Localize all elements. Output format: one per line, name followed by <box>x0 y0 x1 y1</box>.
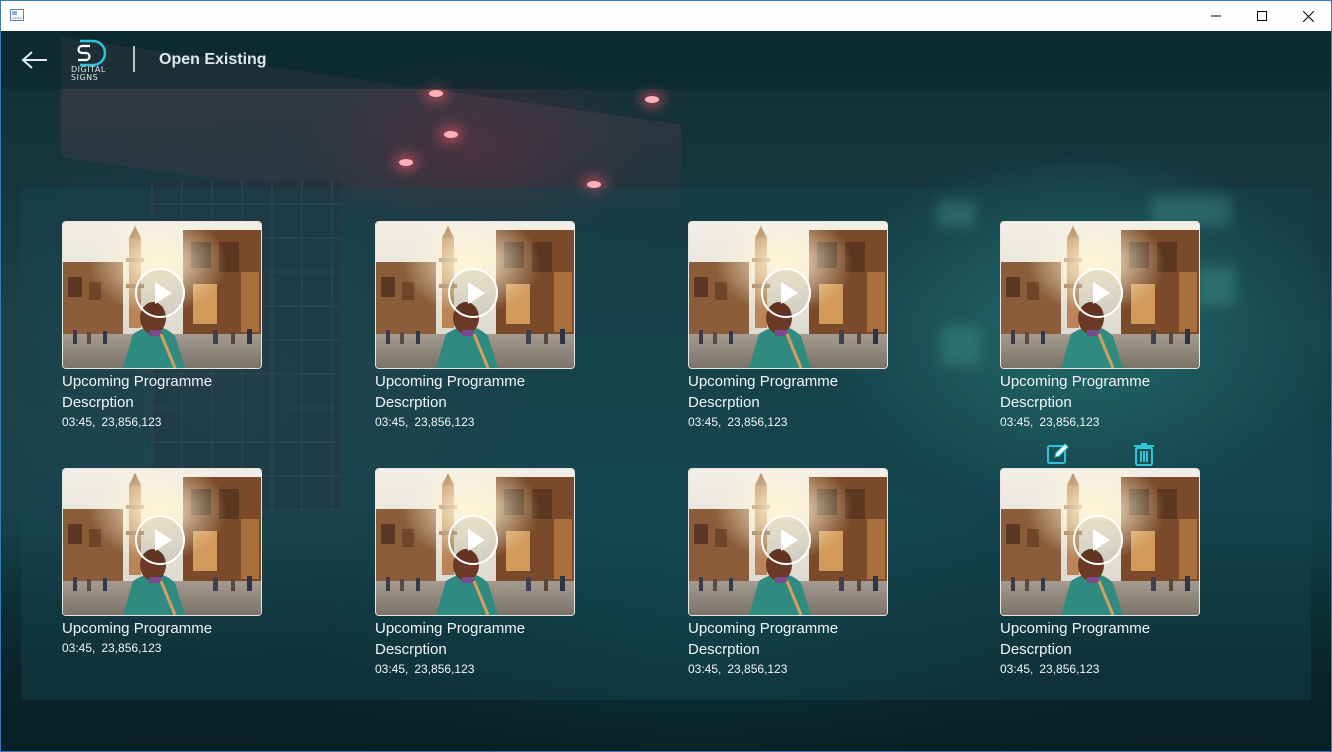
app-window: DIGITAL SIGNS Open Existing Upcoming Pro… <box>0 0 1332 752</box>
card-title: Upcoming Programme <box>375 620 526 637</box>
play-icon[interactable] <box>761 515 811 565</box>
play-icon[interactable] <box>135 268 185 318</box>
minimize-button[interactable] <box>1193 1 1239 31</box>
background-lamp <box>444 131 458 138</box>
header-divider <box>133 46 135 72</box>
card-views: 23,856,123 <box>1039 415 1100 429</box>
card-title: Upcoming Programme <box>1000 620 1151 637</box>
card-duration: 03:45, <box>62 641 96 655</box>
card-views: 23,856,123 <box>101 641 162 655</box>
card-meta: 03:45, 23,856,123 <box>62 413 302 431</box>
background-lamp <box>587 181 601 188</box>
close-icon <box>1302 10 1314 22</box>
card-meta: 03:45, 23,856,123 <box>688 413 928 431</box>
card-views: 23,856,123 <box>1039 662 1100 676</box>
card-views: 23,856,123 <box>727 662 788 676</box>
card-description: Descrption <box>375 641 447 658</box>
background-lamp <box>429 90 443 97</box>
video-thumbnail[interactable] <box>375 468 575 616</box>
card-views: 23,856,123 <box>101 415 162 429</box>
card-duration: 03:45, <box>1000 662 1034 676</box>
card-title: Upcoming Programme <box>688 620 839 637</box>
maximize-icon <box>1257 11 1267 21</box>
maximize-button[interactable] <box>1239 1 1285 31</box>
programme-card[interactable]: Upcoming Programme Descrption 03:45, 23,8… <box>688 468 928 678</box>
video-thumbnail[interactable] <box>1000 468 1200 616</box>
play-icon[interactable] <box>1073 515 1123 565</box>
video-thumbnail[interactable] <box>688 221 888 369</box>
card-duration: 03:45, <box>688 415 722 429</box>
programme-card[interactable]: Upcoming Programme 03:45, 23,856,123 <box>62 468 302 657</box>
background-lamp <box>399 159 413 166</box>
minimize-icon <box>1211 15 1221 17</box>
app-header: DIGITAL SIGNS Open Existing <box>1 31 1331 89</box>
card-meta: 03:45, 23,856,123 <box>62 639 302 657</box>
card-title: Upcoming Programme <box>62 373 213 390</box>
play-icon[interactable] <box>135 515 185 565</box>
play-icon[interactable] <box>1073 268 1123 318</box>
card-meta: 03:45, 23,856,123 <box>375 660 615 678</box>
card-meta: 03:45, 23,856,123 <box>375 413 615 431</box>
video-thumbnail[interactable] <box>375 221 575 369</box>
card-description: Descrption <box>688 641 760 658</box>
video-thumbnail[interactable] <box>1000 221 1200 369</box>
card-views: 23,856,123 <box>727 415 788 429</box>
card-views: 23,856,123 <box>414 415 475 429</box>
card-meta: 03:45, 23,856,123 <box>1000 660 1240 678</box>
card-title: Upcoming Programme <box>62 620 213 637</box>
card-duration: 03:45, <box>1000 415 1034 429</box>
play-icon[interactable] <box>761 268 811 318</box>
trash-icon[interactable] <box>1132 442 1156 466</box>
play-icon[interactable] <box>448 268 498 318</box>
edit-pencil-icon[interactable] <box>1046 442 1070 466</box>
card-description: Descrption <box>375 394 447 411</box>
back-arrow-icon[interactable] <box>21 50 49 70</box>
video-thumbnail[interactable] <box>62 468 262 616</box>
card-description: Descrption <box>1000 641 1072 658</box>
programme-card[interactable]: Upcoming Programme Descrption 03:45, 23,8… <box>62 221 302 431</box>
play-icon[interactable] <box>448 515 498 565</box>
close-button[interactable] <box>1285 1 1331 31</box>
programme-card[interactable]: Upcoming Programme Descrption 03:45, 23,8… <box>1000 468 1240 678</box>
programme-card[interactable]: Upcoming Programme Descrption 03:45, 23,8… <box>375 468 615 678</box>
card-meta: 03:45, 23,856,123 <box>688 660 928 678</box>
card-title: Upcoming Programme <box>375 373 526 390</box>
video-thumbnail[interactable] <box>688 468 888 616</box>
video-thumbnail[interactable] <box>62 221 262 369</box>
card-duration: 03:45, <box>375 415 409 429</box>
programme-card[interactable]: Upcoming Programme Descrption 03:45, 23,8… <box>688 221 928 431</box>
window-titlebar <box>1 1 1331 31</box>
card-duration: 03:45, <box>375 662 409 676</box>
app-icon <box>10 9 24 21</box>
logo-caption: SIGNS <box>71 73 99 82</box>
page-title: Open Existing <box>159 51 267 68</box>
programme-card[interactable]: Upcoming Programme Descrption 03:45, 23,8… <box>375 221 615 431</box>
card-description: Descrption <box>1000 394 1072 411</box>
card-description: Descrption <box>62 394 134 411</box>
background-lamp <box>645 96 659 103</box>
programme-card[interactable]: Upcoming Programme Descrption 03:45, 23,8… <box>1000 221 1240 431</box>
card-title: Upcoming Programme <box>1000 373 1151 390</box>
card-meta: 03:45, 23,856,123 <box>1000 413 1240 431</box>
card-views: 23,856,123 <box>414 662 475 676</box>
card-duration: 03:45, <box>62 415 96 429</box>
card-duration: 03:45, <box>688 662 722 676</box>
card-title: Upcoming Programme <box>688 373 839 390</box>
card-description: Descrption <box>688 394 760 411</box>
